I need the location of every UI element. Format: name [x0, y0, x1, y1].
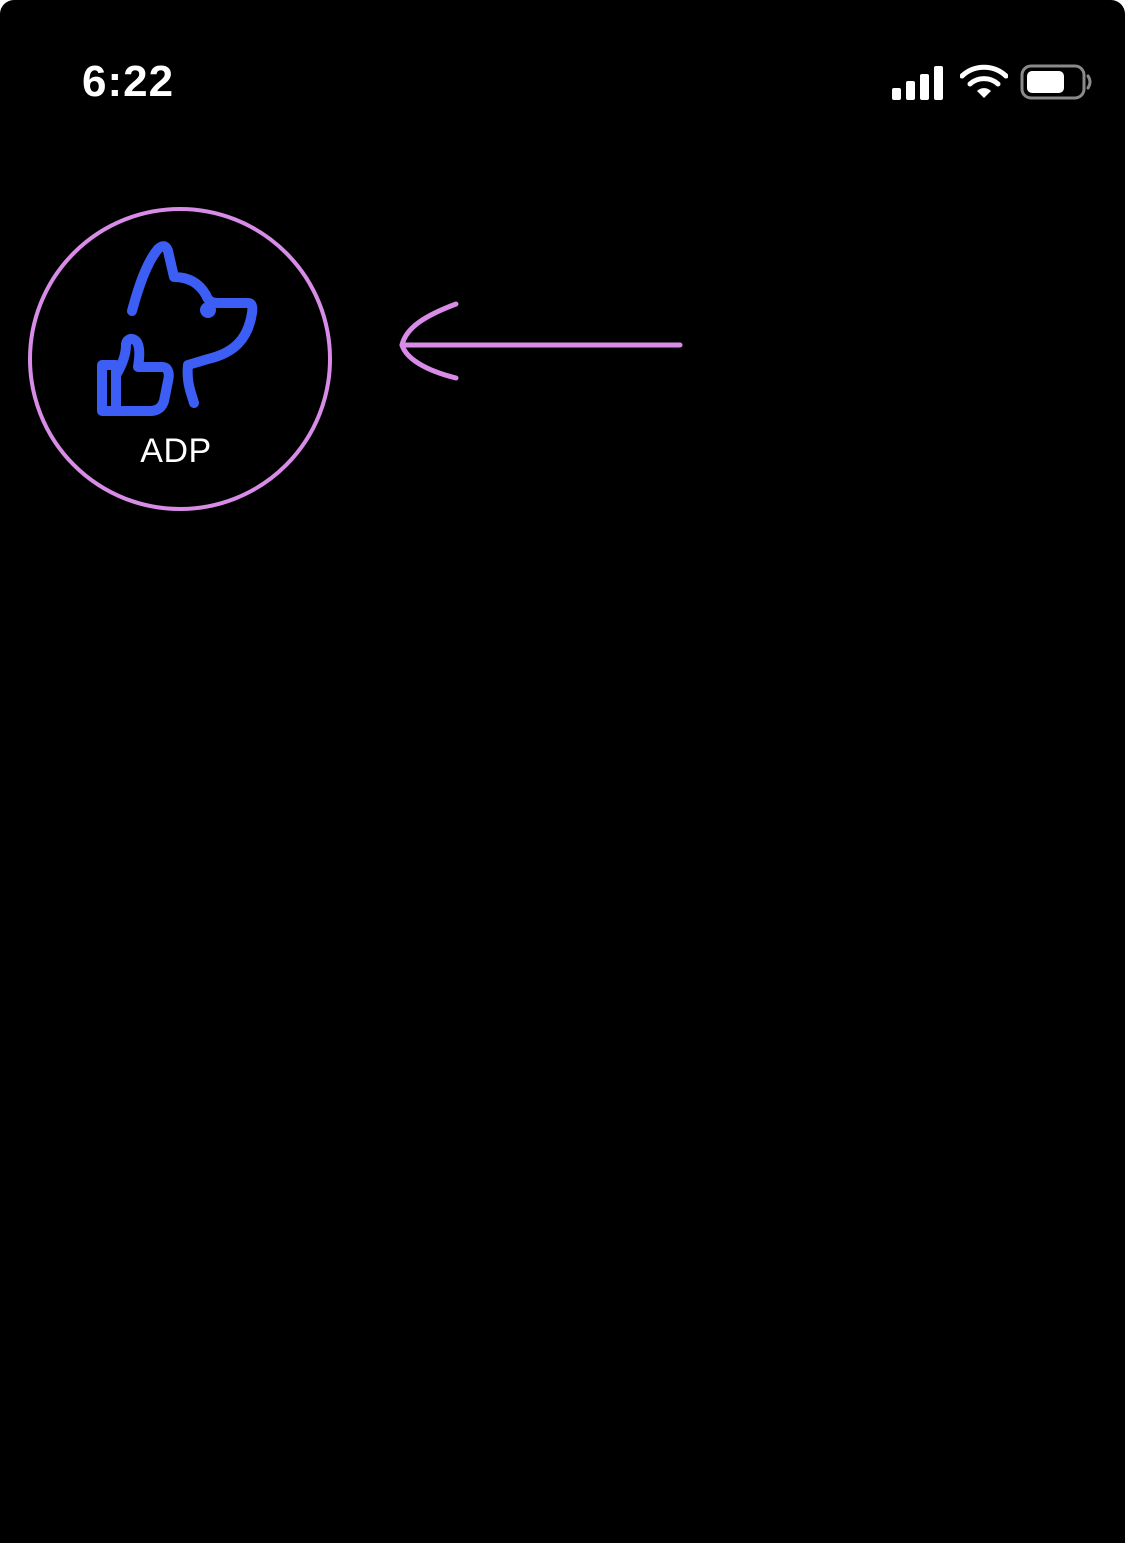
dog-thumbs-up-icon [97, 241, 258, 416]
wifi-icon [960, 64, 1008, 98]
signal-icon [892, 66, 943, 100]
adp-app-icon[interactable]: ADP [28, 207, 332, 511]
left-arrow-icon [399, 301, 683, 381]
phone-screen: 6:22 ADP [0, 0, 1125, 1543]
status-bar: 6:22 [0, 0, 1125, 160]
app-label: ADP [140, 432, 212, 470]
status-time: 6:22 [82, 57, 175, 106]
battery-icon [1020, 64, 1092, 100]
